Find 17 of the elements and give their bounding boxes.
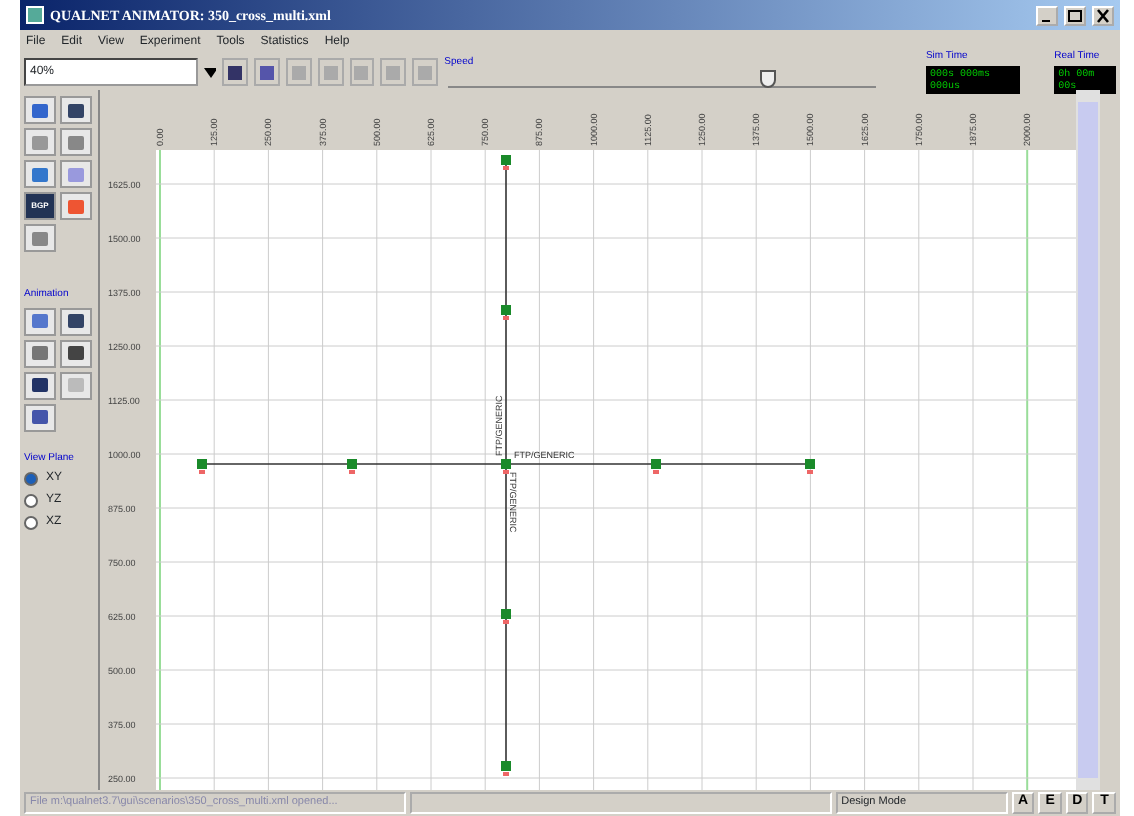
node-icon: [501, 761, 511, 776]
slider-thumb[interactable]: [760, 70, 777, 89]
node-icon: [651, 459, 661, 474]
app-icon: [26, 6, 44, 24]
radio-button[interactable]: [24, 516, 38, 530]
radio-button[interactable]: [24, 494, 38, 508]
node-icon: [805, 459, 815, 474]
radio-button[interactable]: [24, 472, 38, 486]
dropdown-icon[interactable]: [203, 67, 216, 77]
node-icon: [501, 305, 511, 320]
node-icon: [347, 459, 357, 474]
node-icon: [501, 155, 511, 170]
speed-slider[interactable]: [448, 70, 876, 89]
node-icon: [501, 459, 511, 474]
node-icon: [197, 459, 207, 474]
scrollbar[interactable]: [1076, 90, 1100, 790]
node-icon: [501, 609, 511, 624]
